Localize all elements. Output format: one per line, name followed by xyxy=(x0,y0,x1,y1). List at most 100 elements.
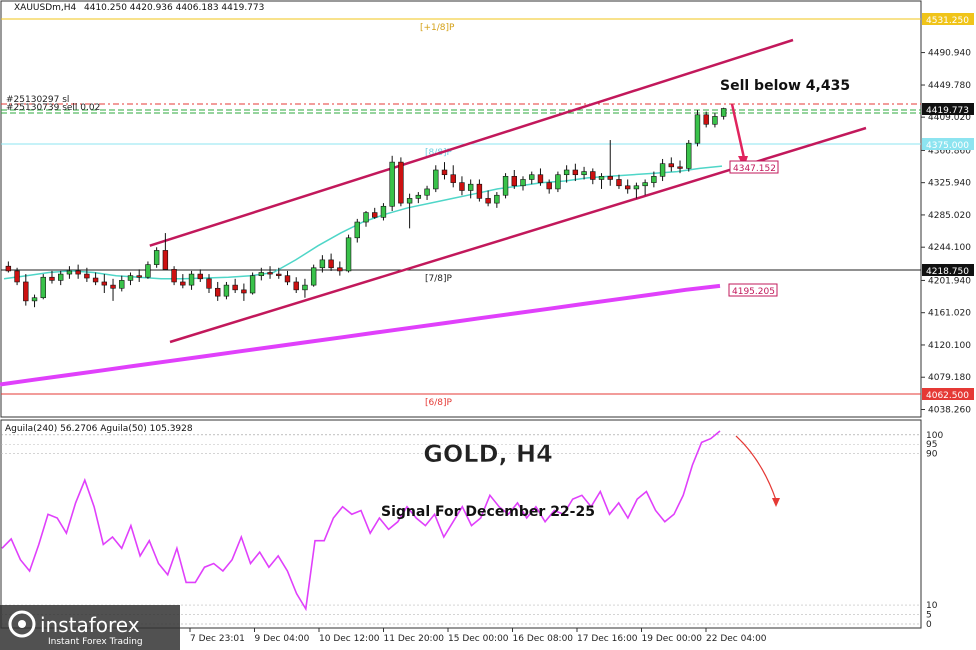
candle-body xyxy=(529,174,535,180)
osc-level-label: 0 xyxy=(926,620,932,630)
candle-body xyxy=(23,281,29,302)
price-tick-label: 4079.180 xyxy=(928,373,971,383)
time-tick-label: 17 Dec 16:00 xyxy=(577,634,638,644)
candle xyxy=(502,173,509,199)
candle-body xyxy=(215,287,221,297)
svg-text:4062.500: 4062.500 xyxy=(926,391,969,401)
candle-body xyxy=(310,267,317,286)
candle xyxy=(686,140,692,172)
candle-body xyxy=(546,182,552,190)
candle-body xyxy=(354,221,360,239)
candle-body xyxy=(720,108,727,117)
candle-body xyxy=(389,161,395,207)
candle-body xyxy=(136,275,142,278)
candle-body xyxy=(511,176,517,187)
badge-current-price: 4419.773 xyxy=(922,103,974,116)
level-plus-1-8-label: [+1/8]P xyxy=(420,23,455,33)
candle-body xyxy=(485,198,491,204)
candle-body xyxy=(642,182,648,187)
candle-body xyxy=(40,276,46,299)
candle-body xyxy=(441,169,448,176)
badge-level-6-8: 4062.500 xyxy=(922,388,974,401)
candle-body xyxy=(258,272,265,276)
candle-body xyxy=(476,183,483,199)
time-tick-label: 19 Dec 00:00 xyxy=(642,634,703,644)
candle-body xyxy=(188,273,195,286)
candle-body xyxy=(49,276,55,281)
candle-body xyxy=(293,281,299,291)
order-label-2: #25130739 sell 0.02 xyxy=(6,103,100,113)
candle-body xyxy=(703,114,709,125)
candle-body xyxy=(162,250,169,270)
candle-body xyxy=(328,259,334,269)
candle xyxy=(389,155,395,211)
candle-body xyxy=(345,237,352,272)
candle-body xyxy=(180,281,186,286)
candle-body xyxy=(66,270,73,275)
time-tick-label: 9 Dec 04:00 xyxy=(255,634,310,644)
candle-body xyxy=(616,179,622,187)
candle-body xyxy=(197,273,203,280)
oscillator-label: Aguila(240) 56.2706 Aguila(50) 105.3928 xyxy=(5,424,193,434)
candle-body xyxy=(232,284,238,291)
candle-body xyxy=(424,188,430,196)
candle-body xyxy=(153,250,160,265)
svg-text:4195.205: 4195.205 xyxy=(732,287,775,297)
candle-body xyxy=(127,275,134,281)
candle-body xyxy=(624,185,631,190)
badge-top-level: 4531.250 xyxy=(922,13,974,26)
candle-body xyxy=(398,161,404,204)
candle xyxy=(398,157,404,207)
ohlc-label: 4410.250 4420.936 4406.183 4419.773 xyxy=(84,3,264,13)
candle-body xyxy=(57,273,64,281)
time-tick-label: 10 Dec 12:00 xyxy=(319,634,380,644)
candle-body xyxy=(607,176,613,180)
symbol-label: XAUUSDm,H4 xyxy=(14,3,77,13)
candle-body xyxy=(145,264,151,278)
candle-body xyxy=(659,163,666,177)
time-tick-label: 11 Dec 20:00 xyxy=(384,634,445,644)
svg-text:4347.152: 4347.152 xyxy=(733,164,776,174)
candle-body xyxy=(75,270,81,275)
candle-body xyxy=(101,281,108,286)
candle-body xyxy=(537,174,544,183)
main-plot-frame xyxy=(0,0,922,418)
level-6-8-label: [6/8]P xyxy=(425,398,453,408)
candle-body xyxy=(598,176,605,180)
candle-body xyxy=(415,194,422,199)
badge-ma-slow: 4195.205 xyxy=(728,283,778,297)
candle-body xyxy=(84,273,90,279)
price-tick-label: 4244.100 xyxy=(928,243,971,253)
candle-body xyxy=(5,265,12,272)
candle xyxy=(345,234,352,273)
candle-body xyxy=(284,275,291,283)
price-tick-label: 4201.940 xyxy=(928,276,971,286)
candle xyxy=(40,274,46,300)
chart-title: GOLD, H4 xyxy=(423,440,553,468)
candle-body xyxy=(363,212,369,223)
candle-body xyxy=(380,205,387,218)
svg-text:4419.773: 4419.773 xyxy=(926,106,969,116)
level-7-8-label: [7/8]P xyxy=(425,274,453,284)
candle-body xyxy=(572,169,579,176)
candle-body xyxy=(276,273,282,276)
candle-body xyxy=(677,166,683,169)
candle xyxy=(694,110,701,147)
instaforex-watermark: instaforex Instant Forex Trading xyxy=(0,605,180,650)
candle-body xyxy=(502,176,509,196)
candle-body xyxy=(555,174,561,190)
candle-body xyxy=(14,270,20,283)
candle-body xyxy=(110,284,116,289)
candle-body xyxy=(171,269,177,283)
candle-body xyxy=(337,267,343,272)
candle xyxy=(310,264,317,287)
svg-text:4218.750: 4218.750 xyxy=(926,267,969,277)
candle-body xyxy=(223,284,230,297)
price-tick-label: 4490.940 xyxy=(928,49,971,59)
brand-tagline: Instant Forex Trading xyxy=(48,637,143,647)
candle-body xyxy=(31,297,38,302)
chart-canvas: XAUUSDm,H4 4410.250 4420.936 4406.183 44… xyxy=(0,0,974,650)
candle-body xyxy=(206,278,212,289)
candle xyxy=(555,171,561,193)
svg-text:4531.250: 4531.250 xyxy=(926,16,969,26)
